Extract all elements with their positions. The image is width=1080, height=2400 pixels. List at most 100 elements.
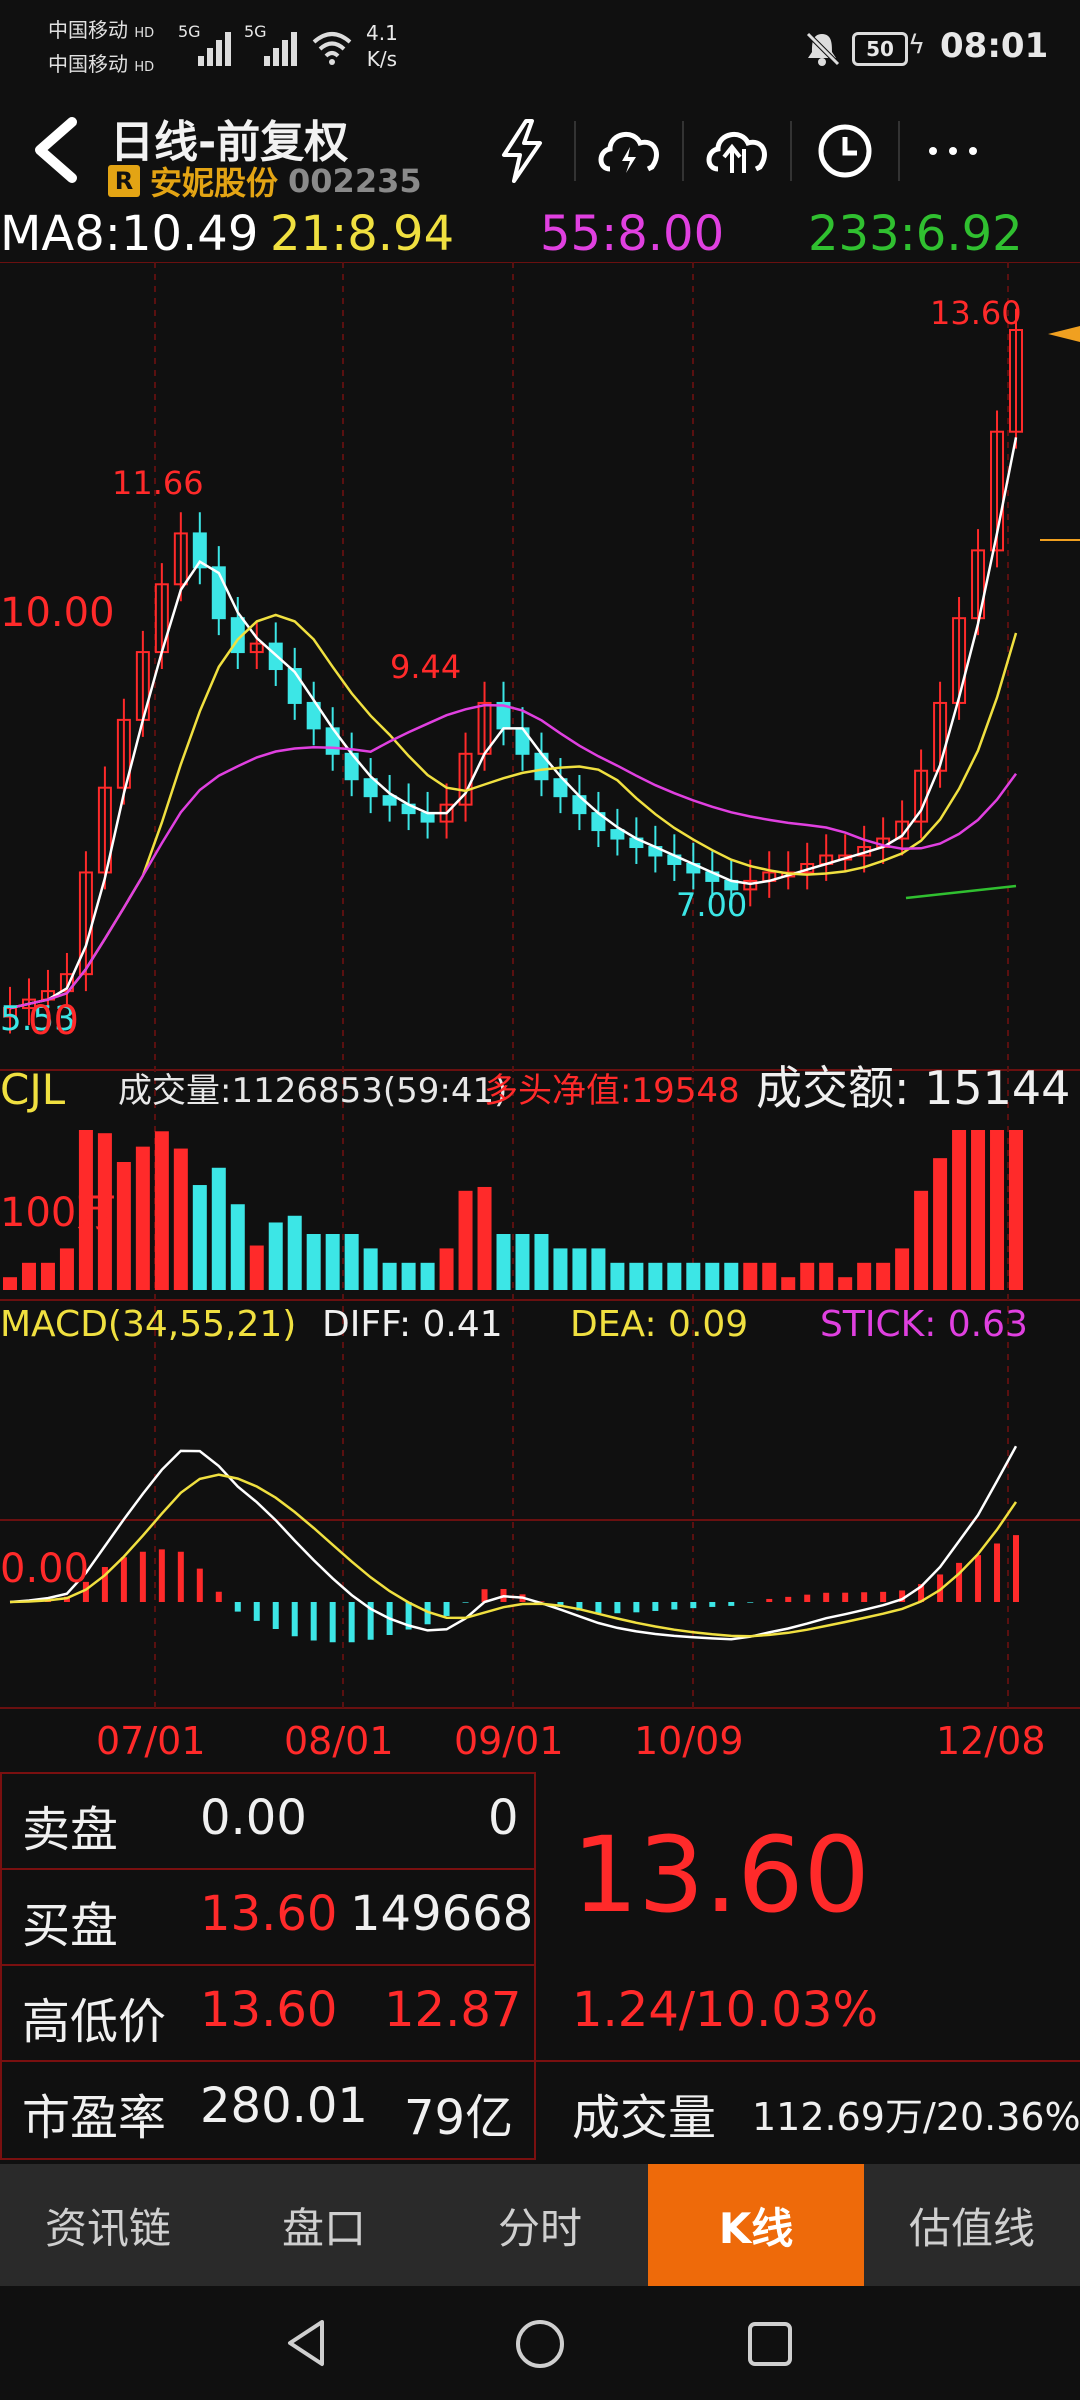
carrier-2: 中国移动 HD [48,52,155,76]
volume-bar [439,1248,454,1290]
volume-bar [933,1158,948,1290]
back-icon[interactable] [24,114,84,184]
sell-label: 卖盘 [22,1802,119,1858]
volume-bar [553,1248,568,1290]
macd-zero-label: 0.00 [0,1546,89,1592]
row-divider [0,1964,536,1966]
sell-price: 0.00 [200,1790,307,1846]
volume-bar [610,1262,625,1290]
buy-price: 13.60 [200,1886,338,1942]
last-price: 13.60 [572,1814,870,1936]
volume-bar [477,1186,492,1290]
amount-text: 成交额: 15144 [756,1061,1070,1115]
date-label: 08/01 [284,1719,394,1763]
volume-bar [876,1262,891,1290]
volume-bar [743,1262,758,1290]
volume-bar [895,1248,910,1290]
volume-bar [1009,1130,1023,1290]
volume-bar [838,1277,853,1290]
volume-bar [667,1262,682,1290]
stock-info: R 安妮股份 002235 [108,158,422,204]
volume-bar [135,1146,150,1290]
volume-bar [572,1248,587,1290]
cjl-label: CJL [0,1065,66,1114]
macd-diff: DIFF: 0.41 [322,1304,503,1345]
volume-bar [344,1234,359,1290]
volume-bar [458,1190,473,1290]
high-low-label: 高低价 [22,1994,167,2050]
kline-chart[interactable]: 13.60 11.66 10.00 9.44 7.00 5.53 00 CJL … [0,262,1080,1770]
volume-bar [800,1262,815,1290]
volume-bar [420,1262,435,1290]
cloud-download-icon[interactable] [584,106,674,196]
volume-bar [268,1222,283,1290]
signal-icon-2 [264,32,297,66]
more-icon[interactable] [908,106,998,196]
tab-intraday[interactable]: 分时 [432,2164,648,2286]
volume-bar [629,1262,644,1290]
volume-bar [705,1262,720,1290]
status-bar: 中国移动 HD 中国移动 HD 5G 5G 4.1 K/s 50 ϟ 08:01 [0,0,1080,100]
volume-text: 成交量:1126853(59:41) [118,1071,507,1111]
volume-bar [116,1162,131,1290]
charging-icon: ϟ [908,30,926,60]
volume-bar [287,1215,302,1290]
ma55-value: 55:8.00 [540,206,725,262]
peak1-label: 11.66 [112,464,204,502]
tab-news[interactable]: 资讯链 [0,2164,216,2286]
tab-orderbook[interactable]: 盘口 [216,2164,432,2286]
volume-axis-label: 100万 [0,1190,116,1236]
volume-bar [591,1248,606,1290]
candle-body [382,795,397,806]
tab-valuation[interactable]: 估值线 [864,2164,1080,2286]
volume-bar [21,1262,36,1290]
volume-bar [401,1262,416,1290]
sell-volume: 0 [488,1790,519,1846]
nav-home-icon[interactable] [512,2316,568,2372]
header-toolbar [476,106,998,196]
clock-icon[interactable] [800,106,890,196]
date-label: 07/01 [96,1719,206,1763]
separator [682,121,684,181]
low-label: 7.00 [676,886,747,924]
market-cap: 79亿 [404,2090,514,2146]
volume-bar [3,1277,17,1290]
volume-bar [230,1204,245,1290]
nav-recents-icon[interactable] [744,2316,800,2372]
separator [790,121,792,181]
volume-bar [59,1248,74,1290]
nav-back-icon[interactable] [282,2316,332,2370]
volume-bar [325,1234,340,1290]
volume-bar [249,1245,264,1290]
ma21-value: 21:8.94 [270,206,455,262]
price-marker-icon [1048,326,1080,342]
volume-label: 成交量 [572,2090,717,2146]
macd-title: MACD(34,55,21) [0,1304,296,1345]
volume-bar [192,1185,207,1290]
net-value-text: 多头净值:19548 [484,1071,740,1111]
pe-label: 市盈率 [22,2090,167,2146]
flash-icon[interactable] [476,106,566,196]
buy-volume: 149668 [350,1886,534,1942]
buy-label: 买盘 [22,1898,119,1954]
axis-label-10: 10.00 [0,590,115,636]
candle-body [610,829,625,840]
wifi-icon [312,32,352,65]
volume-bar [762,1262,777,1290]
date-label: 09/01 [454,1719,564,1763]
volume-bar [914,1190,929,1290]
peak2-label: 9.44 [390,648,461,686]
stock-name: 安妮股份 [150,164,279,202]
quote-table: 卖盘 0.00 0 买盘 13.60 149668 高低价 13.60 12.8… [0,1772,1080,2162]
separator [574,121,576,181]
volume-bar [990,1130,1005,1290]
volume-bar [382,1262,397,1290]
macd-stick: STICK: 0.63 [820,1304,1028,1345]
app-header: 日线-前复权 R 安妮股份 002235 [0,100,1080,208]
macd-dea: DEA: 0.09 [570,1304,748,1345]
cloud-upload-icon[interactable] [692,106,782,196]
volume-bar [781,1277,796,1290]
volume-bar [648,1262,663,1290]
tab-kline[interactable]: K线 [648,2164,864,2286]
price-high-label: 13.60 [930,294,1022,332]
